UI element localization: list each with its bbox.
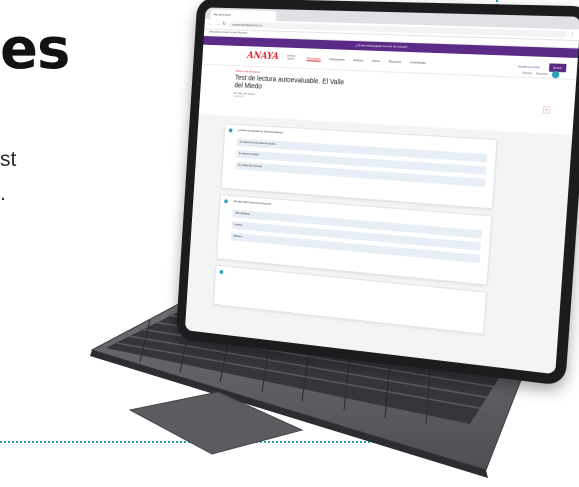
question-prompt: ¿Cuál es la profesión de Sherlock Holmes… [237,128,284,135]
back-icon[interactable]: ← [208,19,213,29]
page: es st . Test de lectura ← → ↻ anayainfan… [0,0,579,487]
nav-link-libros[interactable]: Libros [372,59,380,63]
tablet-screen: Test de lectura ← → ↻ anayainfantilyjuve… [184,7,579,375]
reload-icon[interactable]: ↻ [222,19,226,29]
quiz-area: ¿Cuál es la profesión de Sherlock Holmes… [184,114,573,375]
question-prompt: ¿En qué lugar transcurre la historia? [233,199,272,206]
previous-link[interactable]: Anterior [522,72,532,76]
nav-link-colecciones[interactable]: Colecciones [329,57,345,62]
nav-link-autores[interactable]: Autores [353,58,363,62]
question-number-icon [219,269,224,275]
nav-link-coordinador[interactable]: Coordinador [410,60,427,65]
tablet-device: Test de lectura ← → ↻ anayainfantilyjuve… [175,0,579,387]
menu-icon[interactable]: ⋮ [569,29,576,40]
question-number-icon [228,128,233,133]
forward-icon[interactable]: → [215,19,220,29]
bookmark-icon[interactable]: ★ [542,106,551,114]
next-link[interactable]: Siguiente [536,72,548,76]
nav-spacer [435,63,509,66]
nav-link-recursos[interactable]: Recursos [388,59,401,64]
question-number-icon [224,199,228,204]
site-logo[interactable]: ANAYA [247,51,279,62]
nav-link-novedades[interactable]: Novedades [306,55,321,62]
account-link[interactable]: Accede a tu zona [518,65,539,69]
user-avatar-icon[interactable] [551,70,560,79]
browser-tab[interactable]: Test de lectura [210,9,277,21]
site-logo-subtitle: Infantil y Juvenil [286,54,296,61]
page-actions: Anterior Siguiente [522,70,560,79]
